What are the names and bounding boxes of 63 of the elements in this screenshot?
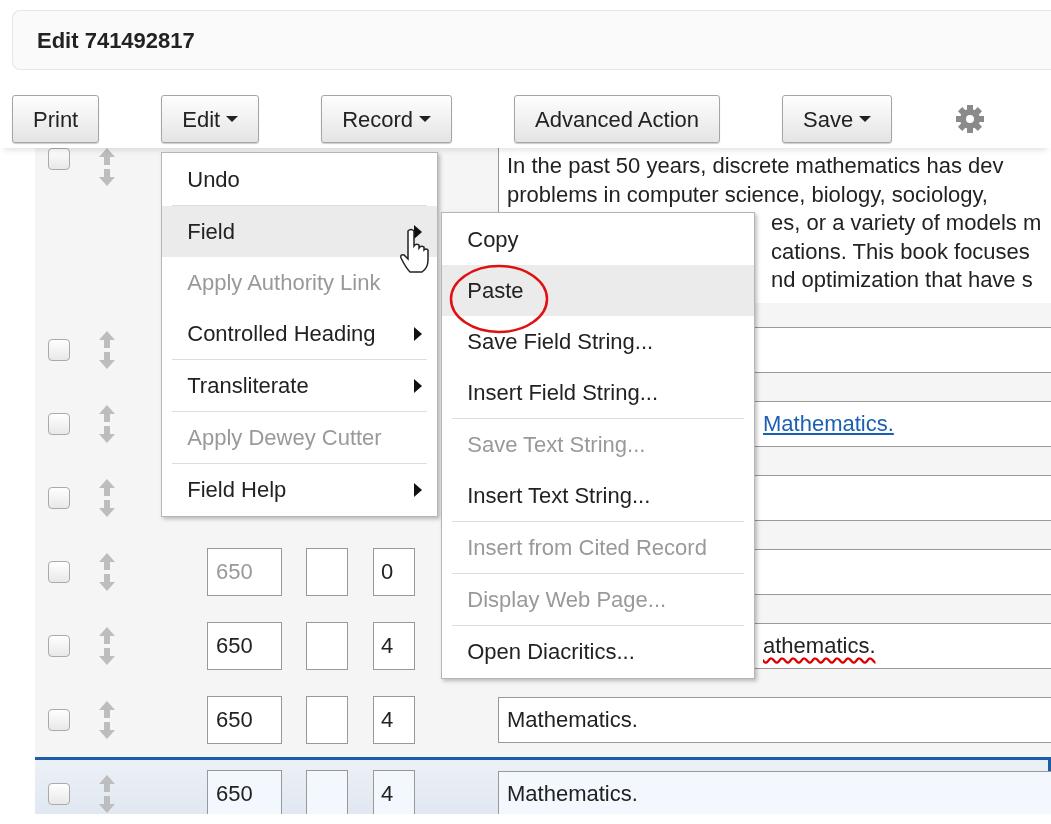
field-text: Mathematics. (507, 706, 638, 734)
checkbox[interactable] (48, 782, 70, 805)
indicator-field[interactable]: 4 (373, 695, 415, 744)
menu-item[interactable]: Undo (162, 154, 438, 205)
record-title: Edit 741492817 (37, 26, 195, 55)
text-field[interactable]: Mathematics. (498, 770, 1051, 814)
text-line: problems in computer science, biology, sociology, (507, 180, 989, 209)
indicator-field[interactable] (306, 695, 348, 744)
indicator-field[interactable] (306, 621, 348, 670)
field-text: Mathematics. (507, 780, 638, 808)
checkbox[interactable] (48, 486, 70, 509)
checkbox[interactable] (48, 412, 70, 435)
checkbox[interactable] (48, 338, 70, 361)
indicator-field[interactable]: 4 (373, 769, 415, 814)
up-arrow-icon[interactable] (97, 552, 117, 570)
down-arrow-icon[interactable] (97, 425, 117, 443)
toolbar-button[interactable]: Advanced Action (514, 95, 720, 143)
caret-icon (859, 116, 872, 122)
dropdown-button[interactable]: Save (782, 95, 893, 143)
menu-item[interactable]: Paste (442, 265, 755, 316)
toolbar-button[interactable]: Print (12, 95, 100, 143)
down-arrow-icon[interactable] (97, 573, 117, 591)
up-arrow-icon[interactable] (97, 148, 117, 165)
up-arrow-icon[interactable] (97, 478, 117, 496)
down-arrow-icon[interactable] (97, 169, 117, 186)
menu-item[interactable]: Insert Text String... (442, 470, 755, 521)
down-arrow-icon[interactable] (97, 795, 117, 813)
dropdown-button[interactable]: Record (321, 95, 453, 143)
heading-link[interactable]: Mathematics. (763, 407, 894, 440)
checkbox[interactable] (48, 708, 70, 731)
up-arrow-icon[interactable] (97, 700, 117, 718)
selected-row[interactable]: 650 4 Mathematics. (35, 756, 1051, 814)
indicator-field[interactable] (306, 547, 348, 596)
up-arrow-icon[interactable] (97, 404, 117, 422)
down-arrow-icon[interactable] (97, 351, 117, 369)
up-arrow-icon[interactable] (97, 626, 117, 644)
text-line: In the past 50 years, discrete mathematics has dev (507, 152, 1005, 180)
up-arrow-icon[interactable] (97, 774, 117, 792)
caret-icon (226, 116, 239, 122)
checkbox[interactable] (48, 148, 70, 170)
down-arrow-icon[interactable] (97, 499, 117, 517)
down-arrow-icon[interactable] (97, 721, 117, 739)
field-text: athematics. (763, 632, 876, 660)
text-field[interactable]: Mathematics. (498, 696, 1051, 743)
dropdown-button[interactable]: Edit (161, 95, 260, 143)
checkbox[interactable] (48, 634, 70, 657)
tag-field[interactable]: 650 (207, 621, 282, 670)
indicator-field[interactable]: 4 (373, 621, 415, 670)
up-arrow-icon[interactable] (97, 330, 117, 348)
down-arrow-icon[interactable] (97, 647, 117, 665)
tag-field[interactable]: 650 (207, 769, 282, 814)
indicator-field[interactable] (306, 769, 348, 814)
caret-icon (419, 116, 432, 122)
checkbox[interactable] (48, 560, 70, 583)
settings-icon[interactable] (954, 103, 987, 135)
menu-item[interactable]: Field Help (162, 464, 438, 515)
menu-item[interactable]: Transliterate (162, 360, 438, 411)
hand-cursor-icon[interactable] (399, 228, 432, 274)
tag-field[interactable]: 650 (207, 695, 282, 744)
menu-item[interactable]: Save Field String... (442, 316, 755, 367)
indicator-field[interactable]: 0 (373, 547, 415, 596)
menu-item[interactable]: Controlled Heading (162, 308, 438, 359)
text-line: es, or a variety of models m (770, 209, 1043, 237)
